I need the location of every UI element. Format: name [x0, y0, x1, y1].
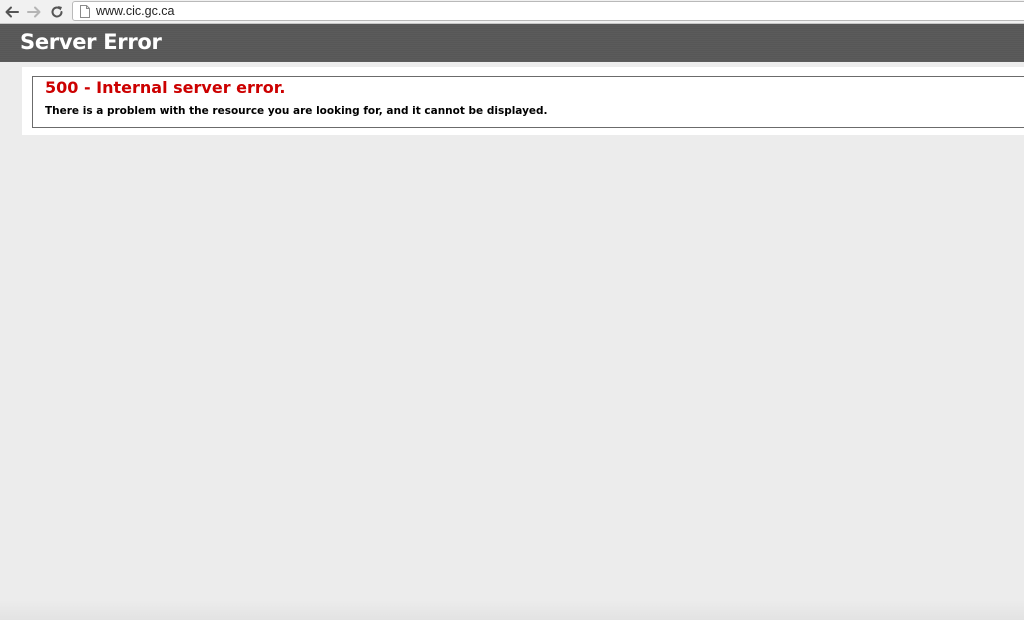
content-panel: 500 - Internal server error. There is a …	[22, 67, 1024, 135]
url-text: www.cic.gc.ca	[96, 4, 175, 18]
back-button[interactable]	[3, 3, 21, 21]
address-bar[interactable]: www.cic.gc.ca	[72, 1, 1024, 21]
page-bottom-shade	[0, 600, 1024, 620]
page-document-icon	[80, 4, 90, 18]
back-arrow-icon	[5, 6, 19, 18]
error-heading: 500 - Internal server error.	[45, 78, 286, 97]
page-title: Server Error	[20, 30, 162, 54]
forward-arrow-icon	[27, 6, 41, 18]
site-header: Server Error	[0, 24, 1024, 62]
browser-toolbar: www.cic.gc.ca	[0, 0, 1024, 24]
reload-icon	[51, 6, 63, 18]
reload-button[interactable]	[48, 3, 66, 21]
forward-button[interactable]	[25, 3, 43, 21]
error-box: 500 - Internal server error. There is a …	[32, 76, 1024, 128]
error-message: There is a problem with the resource you…	[45, 105, 548, 117]
